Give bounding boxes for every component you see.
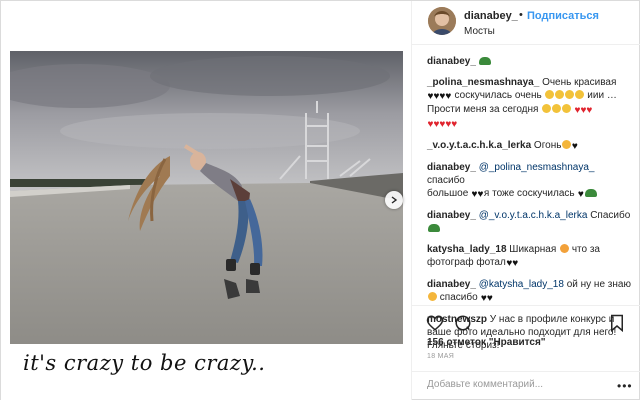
smile-emoji-icon [575, 90, 584, 99]
comment-mention[interactable]: @_polina_nesmashnaya_ [479, 162, 595, 173]
black-heart-icon: ♥♥ [471, 189, 484, 200]
red-heart-icon: ♥♥♥♥♥ [427, 119, 458, 130]
avatar[interactable] [428, 7, 456, 35]
grin-emoji-icon [561, 140, 571, 149]
comment-text: спасибо [427, 175, 465, 186]
comment-item: katysha_lady_18 Шикарная что за фотограф… [427, 243, 632, 270]
comment-mention[interactable]: @katysha_lady_18 [479, 279, 564, 290]
comment-text: Очень красивая [542, 77, 617, 88]
black-heart-icon: ♥ [577, 189, 584, 200]
black-heart-icon: ♥♥ [506, 258, 519, 269]
comment-text: что за [571, 244, 600, 255]
comment-text: соскучилась очень [454, 90, 542, 101]
turtle-emoji-icon [427, 224, 440, 232]
smile-emoji-icon [545, 90, 554, 99]
comment-text: Огонь [533, 140, 562, 151]
post-date[interactable]: 18 МАЯ [427, 353, 454, 360]
comment-text: спасибо [439, 292, 478, 303]
comment-input[interactable] [427, 379, 607, 390]
smile-emoji-icon [561, 104, 571, 113]
comment-username[interactable]: _v.o.y.t.a.c.h.k.a_lerka [427, 140, 531, 151]
kiss-emoji-icon [559, 244, 569, 253]
comment-username[interactable]: katysha_lady_18 [427, 244, 507, 255]
black-heart-icon: ♥ [571, 141, 578, 152]
comment-username[interactable]: dianabey_ [427, 162, 476, 173]
comment-item: dianabey_ @_polina_nesmashnaya_ спасибо … [427, 161, 632, 201]
comment-mention[interactable]: @_v.o.y.t.a.c.h.k.a_lerka [479, 210, 588, 221]
black-heart-icon: ♥♥ [480, 293, 493, 304]
post-header: dianabey_ • Подписаться Мосты [412, 1, 640, 45]
header-separator: • [519, 9, 523, 21]
comment-item: dianabey_ @katysha_lady_18 ой ну не знаю… [427, 278, 632, 305]
comment-text: Спасибо [590, 210, 631, 221]
smile-emoji-icon [541, 104, 551, 113]
comment-text: фотограф фотал [427, 257, 506, 268]
more-options-icon[interactable]: ••• [617, 379, 633, 393]
header-username[interactable]: dianabey_ [464, 10, 518, 22]
comment-text: иии … [587, 90, 617, 101]
photo-scene [10, 51, 403, 344]
follow-button[interactable]: Подписаться [527, 10, 599, 22]
next-photo-button[interactable] [385, 191, 403, 209]
comment-item: _v.o.y.t.a.c.h.k.a_lerka Огонь ♥ [427, 139, 632, 153]
location-link[interactable]: Мосты [464, 26, 495, 37]
comment-username[interactable]: dianabey_ [427, 279, 476, 290]
comment-item: dianabey_ @_v.o.y.t.a.c.h.k.a_lerka Спас… [427, 209, 632, 235]
post-photo[interactable] [10, 51, 403, 344]
action-bar [412, 305, 640, 341]
ground [10, 183, 403, 344]
comment-icon[interactable] [454, 314, 472, 332]
avatar-image [428, 7, 456, 35]
comment-item: dianabey_ [427, 55, 632, 68]
comment-username[interactable]: dianabey_ [427, 210, 476, 221]
comment-item: _polina_nesmashnaya_ Очень красивая ♥♥♥♥… [427, 76, 632, 131]
next-arrow-icon [391, 196, 398, 204]
comment-text: большое [427, 188, 469, 199]
add-comment-bar: ••• [412, 371, 640, 400]
turtle-emoji-icon [584, 189, 597, 197]
comment-text: Шикарная [509, 244, 557, 255]
instagram-post: it's crazy to be crazy.. dianabey_ • Под… [0, 0, 640, 400]
photo-caption: it's crazy to be crazy.. [23, 351, 266, 375]
likes-count[interactable]: 156 отметок "Нравится" [427, 337, 546, 348]
smile-emoji-icon [551, 104, 561, 113]
smile-emoji-icon [565, 90, 574, 99]
comment-text: Прости меня за сегодня [427, 104, 539, 115]
comment-username[interactable]: dianabey_ [427, 56, 476, 67]
black-heart-icon: ♥♥♥♥ [427, 91, 452, 102]
comment-username[interactable]: _polina_nesmashnaya_ [427, 77, 539, 88]
bookmark-icon[interactable] [608, 314, 626, 332]
post-media: it's crazy to be crazy.. [1, 1, 411, 400]
smile-emoji-icon [555, 90, 564, 99]
grin-emoji-icon [427, 292, 437, 301]
heart-icon[interactable] [426, 314, 444, 332]
post-sidebar: dianabey_ • Подписаться Мосты dianabey_ … [411, 1, 640, 400]
red-heart-icon: ♥♥♥ [574, 105, 593, 116]
comment-text: я тоже соскучилась [483, 188, 575, 199]
turtle-emoji-icon [479, 57, 492, 65]
comment-text: ой ну не знаю [566, 279, 631, 290]
